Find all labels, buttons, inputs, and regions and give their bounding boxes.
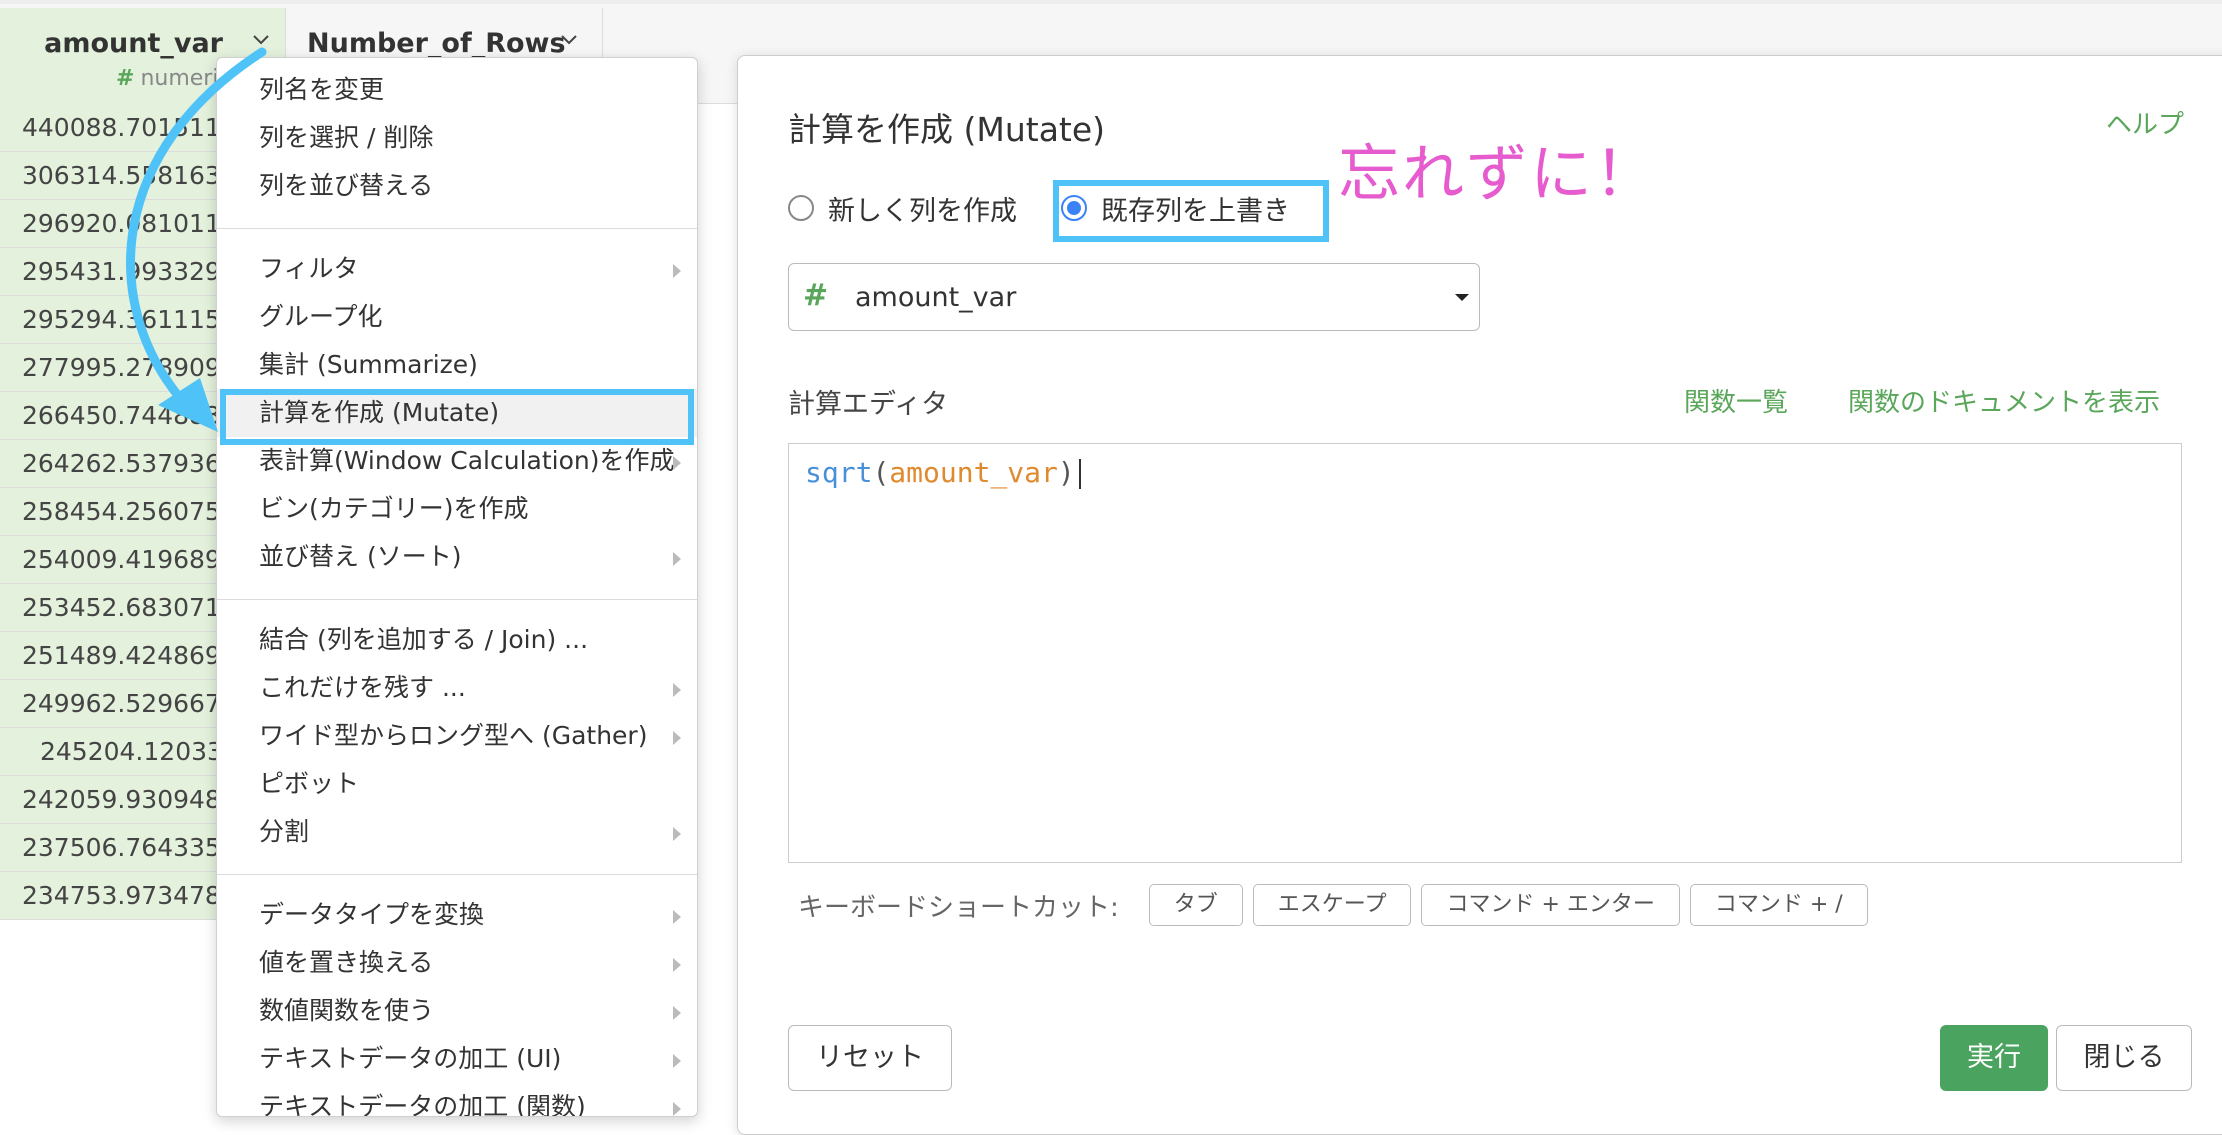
- menu-item-convert-data-type[interactable]: データタイプを変換: [217, 891, 697, 939]
- table-row: 295431.993329: [0, 248, 220, 296]
- menu-divider: [217, 228, 697, 229]
- table-row: 306314.558163: [0, 152, 220, 200]
- shortcut-tab[interactable]: タブ: [1148, 884, 1243, 926]
- shortcut-command-slash[interactable]: コマンド + /: [1689, 884, 1868, 926]
- column-name: amount_var: [44, 28, 223, 59]
- table-row: 254009.419689: [0, 536, 220, 584]
- menu-item-reorder-columns[interactable]: 列を並び替える: [217, 162, 697, 210]
- menu-item-select-remove-columns[interactable]: 列を選択 / 削除: [217, 114, 697, 162]
- table-row: 251489.424869: [0, 632, 220, 680]
- menu-item-numeric-functions[interactable]: 数値関数を使う: [217, 987, 697, 1035]
- selected-column: amount_var: [855, 282, 1017, 313]
- menu-divider: [217, 874, 697, 875]
- table-row: 253452.683071: [0, 584, 220, 632]
- shortcut-label: キーボードショートカット:: [798, 892, 1119, 923]
- mutate-dialog: 計算を作成 (Mutate) ヘルプ 新しく列を作成 既存列を上書き 忘れずに！…: [737, 55, 2222, 1135]
- target-column-select[interactable]: # amount_var: [788, 263, 1480, 331]
- menu-item-pivot[interactable]: ピボット: [217, 760, 697, 808]
- submenu-arrow-icon: [673, 1006, 681, 1020]
- column-context-menu: 列名を変更 列を選択 / 削除 列を並び替える フィルタ グループ化 集計 (S…: [216, 57, 698, 1117]
- column-name: Number_of_Rows: [307, 28, 566, 59]
- code-function: sqrt: [805, 456, 873, 489]
- table-row: 264262.537936: [0, 440, 220, 488]
- caret-down-icon: [1455, 294, 1469, 301]
- code-paren-open: (: [872, 456, 890, 489]
- table-row: 237506.764335: [0, 824, 220, 872]
- menu-item-replace-values[interactable]: 値を置き換える: [217, 939, 697, 987]
- column-type: # numeri: [116, 66, 219, 91]
- submenu-arrow-icon: [673, 827, 681, 841]
- menu-item-keep-only[interactable]: これだけを残す ...: [217, 664, 697, 712]
- submenu-arrow-icon: [673, 958, 681, 972]
- menu-item-rename-column[interactable]: 列名を変更: [217, 66, 697, 114]
- menu-item-group-by[interactable]: グループ化: [217, 293, 697, 341]
- menu-divider: [217, 599, 697, 600]
- run-button[interactable]: 実行: [1940, 1025, 2048, 1091]
- submenu-arrow-icon: [673, 1054, 681, 1068]
- menu-item-text-processing-functions[interactable]: テキストデータの加工 (関数): [217, 1083, 697, 1116]
- table-row: 440088.701511: [0, 104, 220, 152]
- annotation-highlight-box: [1053, 180, 1329, 242]
- chevron-down-icon[interactable]: [253, 34, 269, 48]
- keyboard-shortcuts: キーボードショートカット: タブ エスケープ コマンド + エンター コマンド …: [798, 883, 1878, 927]
- calculation-editor[interactable]: sqrt(amount_var): [788, 443, 2182, 863]
- grid-body: 440088.701511 306314.558163 296920.08101…: [0, 104, 220, 920]
- chevron-down-icon[interactable]: [561, 34, 577, 48]
- table-row: 245204.12033: [0, 728, 220, 776]
- dialog-title: 計算を作成 (Mutate): [788, 110, 1106, 149]
- menu-item-split[interactable]: 分割: [217, 808, 697, 856]
- submenu-arrow-icon: [673, 1102, 681, 1116]
- menu-item-sort[interactable]: 並び替え (ソート): [217, 533, 697, 581]
- submenu-arrow-icon: [673, 456, 681, 470]
- reset-button[interactable]: リセット: [788, 1025, 952, 1091]
- submenu-arrow-icon: [673, 683, 681, 697]
- table-row: 258454.256075: [0, 488, 220, 536]
- annotation-text: 忘れずに！: [1338, 137, 1659, 210]
- hash-icon: #: [803, 278, 829, 313]
- menu-item-gather[interactable]: ワイド型からロング型へ (Gather): [217, 712, 697, 760]
- hash-icon: #: [116, 66, 135, 91]
- radio-circle-icon[interactable]: [788, 195, 814, 221]
- menu-item-summarize[interactable]: 集計 (Summarize): [217, 341, 697, 389]
- function-docs-link[interactable]: 関数のドキュメントを表示: [1848, 382, 2160, 419]
- menu-item-create-bins[interactable]: ビン(カテゴリー)を作成: [217, 485, 697, 533]
- menu-item-join[interactable]: 結合 (列を追加する / Join) ...: [217, 616, 697, 664]
- code-line: sqrt(amount_var): [805, 454, 1081, 492]
- table-row: 296920.081011: [0, 200, 220, 248]
- function-list-link[interactable]: 関数一覧: [1684, 382, 1788, 419]
- menu-item-text-processing-ui[interactable]: テキストデータの加工 (UI): [217, 1035, 697, 1083]
- text-cursor: [1078, 459, 1081, 489]
- radio-create-new-column[interactable]: 新しく列を作成: [788, 189, 1017, 228]
- table-row: 249962.529667: [0, 680, 220, 728]
- shortcut-command-enter[interactable]: コマンド + エンター: [1421, 884, 1680, 926]
- table-row: 295294.361115: [0, 296, 220, 344]
- close-button[interactable]: 閉じる: [2056, 1025, 2192, 1091]
- editor-label: 計算エディタ: [788, 389, 949, 420]
- table-row: 234753.973478: [0, 872, 220, 920]
- submenu-arrow-icon: [673, 552, 681, 566]
- table-row: 242059.930948: [0, 776, 220, 824]
- annotation-highlight-box: [220, 389, 694, 445]
- table-row: 266450.744883: [0, 392, 220, 440]
- shortcut-escape[interactable]: エスケープ: [1252, 884, 1412, 926]
- submenu-arrow-icon: [673, 910, 681, 924]
- help-link[interactable]: ヘルプ: [2106, 104, 2184, 141]
- code-argument: amount_var: [889, 456, 1058, 489]
- submenu-arrow-icon: [673, 264, 681, 278]
- code-paren-close: ): [1057, 456, 1075, 489]
- submenu-arrow-icon: [673, 731, 681, 745]
- menu-item-filter[interactable]: フィルタ: [217, 245, 697, 293]
- table-row: 277995.278909: [0, 344, 220, 392]
